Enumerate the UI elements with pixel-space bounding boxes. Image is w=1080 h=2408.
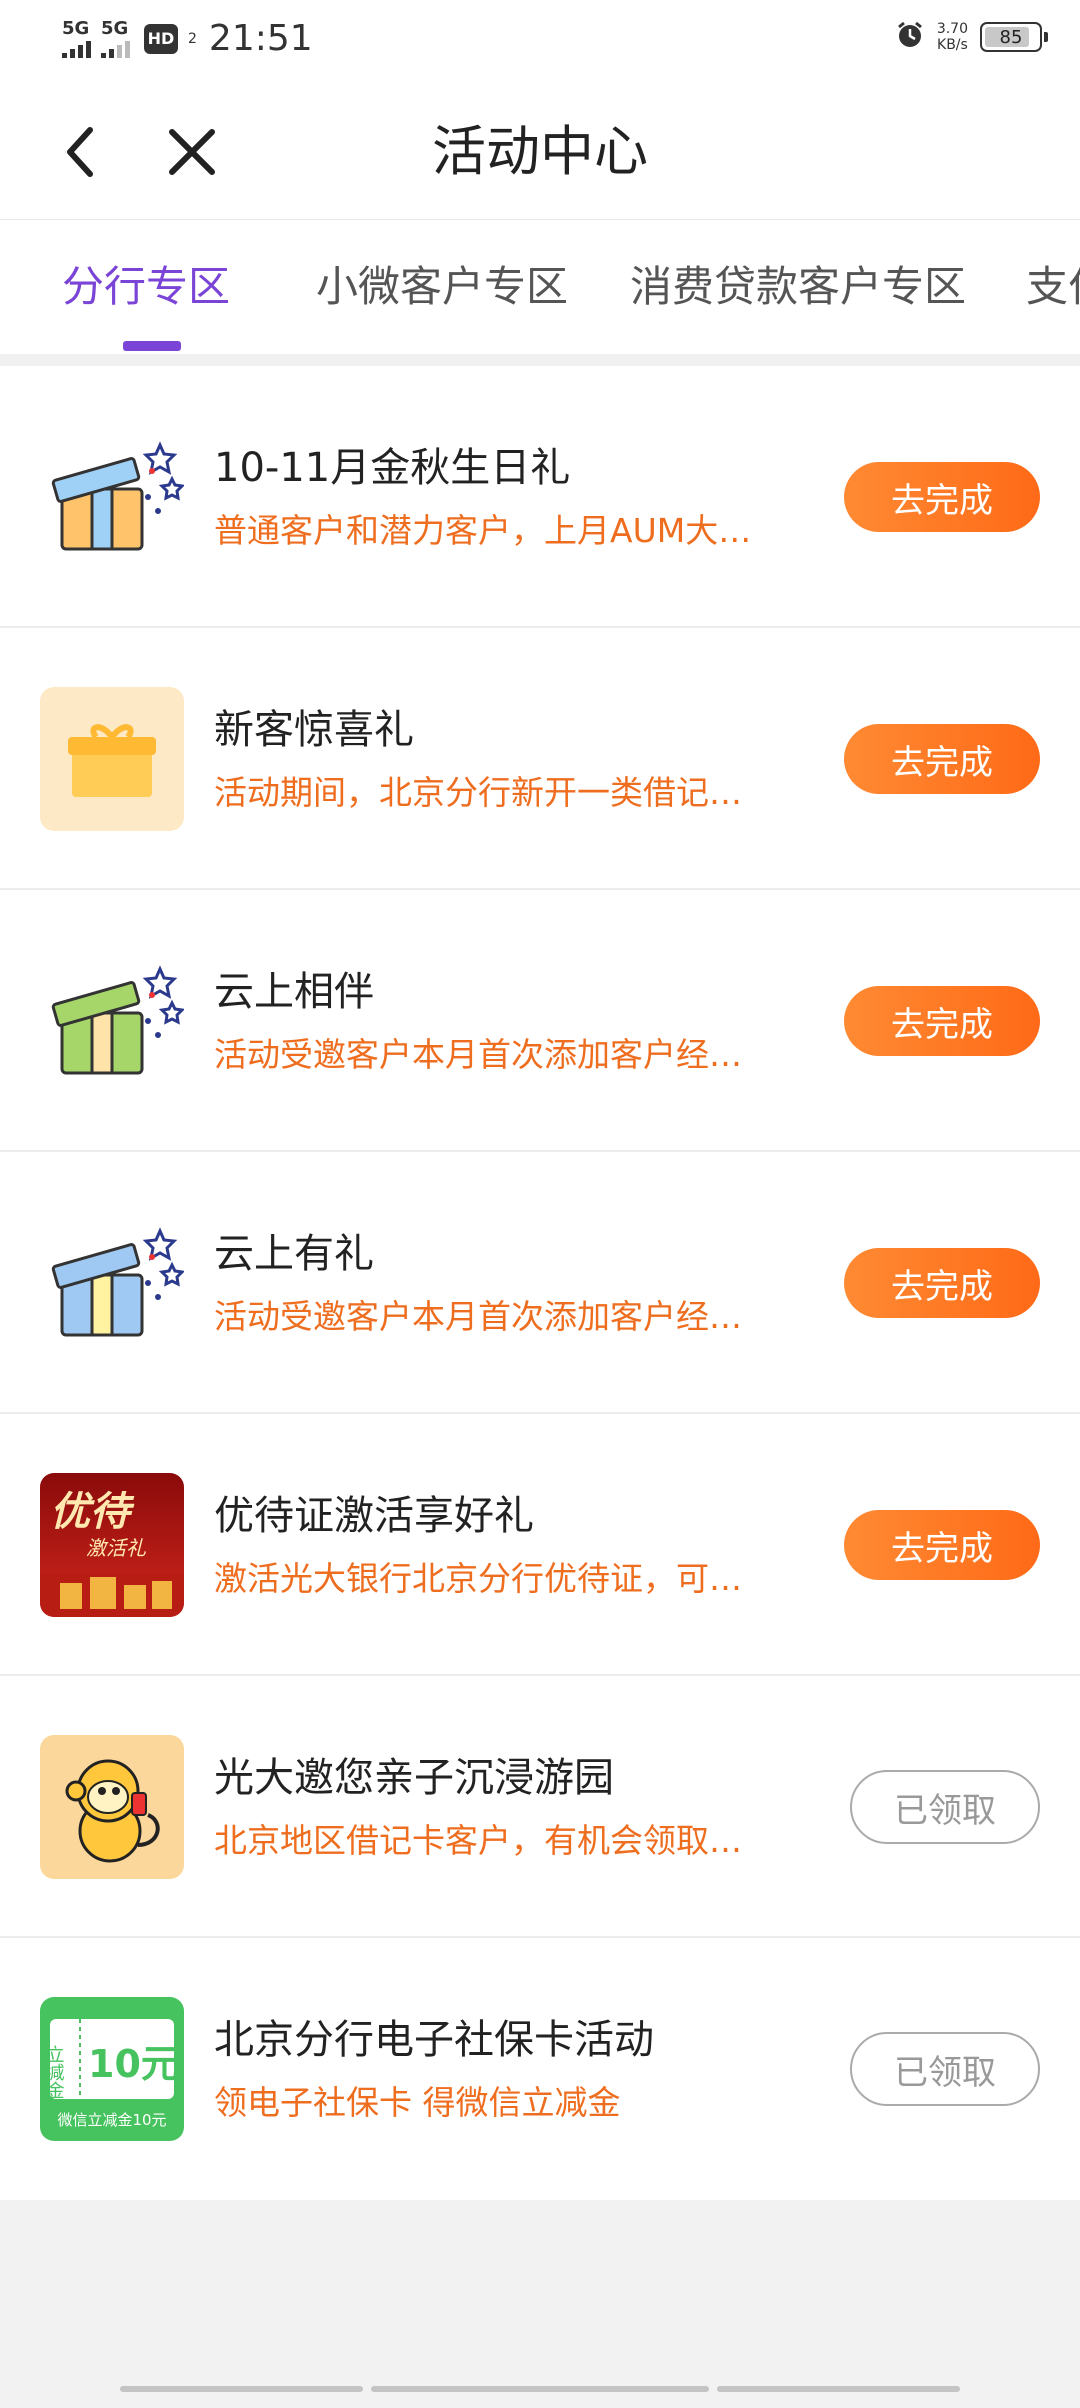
activity-list: 10-11月金秋生日礼 普通客户和潜力客户，上月AUM大… 去完成 新客惊喜礼 … bbox=[0, 366, 1080, 2200]
close-icon bbox=[169, 129, 215, 175]
go-complete-button[interactable]: 去完成 bbox=[844, 986, 1040, 1056]
nav-bar: 活动中心 bbox=[0, 84, 1080, 220]
battery-icon: 85 bbox=[980, 22, 1048, 52]
monkey-icon bbox=[40, 1735, 184, 1879]
go-complete-button[interactable]: 去完成 bbox=[844, 724, 1040, 794]
network-speed: 3.70 KB/s bbox=[937, 21, 968, 53]
coupon-caption: 微信立减金10元 bbox=[57, 2111, 166, 2129]
hd-icon: HD bbox=[144, 23, 178, 54]
thumb-text-jihuoli: 激活礼 bbox=[86, 1536, 147, 1560]
gift-box-yellow-icon bbox=[40, 687, 184, 831]
activity-title: 优待证激活享好礼 bbox=[214, 1493, 534, 1539]
signal-1: 5G bbox=[62, 17, 91, 58]
status-bar: 5G 5G HD 2 21:51 3.70 KB/s 85 bbox=[0, 0, 1080, 84]
signal-2: 5G bbox=[101, 17, 130, 58]
gift-box-blue-orange-icon bbox=[40, 425, 184, 569]
red-banner-icon: 优待 激活礼 bbox=[40, 1473, 184, 1617]
gift-box-green-icon bbox=[40, 949, 184, 1093]
clock: 21:51 bbox=[208, 18, 313, 59]
claimed-button[interactable]: 已领取 bbox=[850, 1770, 1040, 1844]
activity-description: 北京地区借记卡客户，有机会领取… bbox=[214, 1821, 742, 1860]
signal-2-label: 5G bbox=[101, 17, 129, 39]
activity-description: 活动受邀客户本月首次添加客户经… bbox=[214, 1297, 742, 1336]
activity-title: 光大邀您亲子沉浸游园 bbox=[214, 1755, 614, 1801]
speed-unit: KB/s bbox=[937, 37, 968, 53]
activity-description: 普通客户和潜力客户，上月AUM大… bbox=[214, 511, 752, 550]
tab-small-micro[interactable]: 小微客户专区 bbox=[316, 262, 568, 312]
activity-item[interactable]: 云上有礼 活动受邀客户本月首次添加客户经… 去完成 bbox=[0, 1152, 1080, 1414]
activity-title: 北京分行电子社保卡活动 bbox=[214, 2017, 654, 2063]
activity-description: 活动受邀客户本月首次添加客户经… bbox=[214, 1035, 742, 1074]
bottom-scroll-indicator bbox=[120, 2386, 960, 2392]
tab-bar: 分行专区 小微客户专区 消费贷款客户专区 支付 bbox=[0, 220, 1080, 354]
close-button[interactable] bbox=[160, 120, 224, 184]
go-complete-button[interactable]: 去完成 bbox=[844, 1510, 1040, 1580]
activity-item[interactable]: 云上相伴 活动受邀客户本月首次添加客户经… 去完成 bbox=[0, 890, 1080, 1152]
hd-sub-label: 2 bbox=[188, 30, 197, 47]
activity-item[interactable]: 光大邀您亲子沉浸游园 北京地区借记卡客户，有机会领取… 已领取 bbox=[0, 1676, 1080, 1938]
activity-title: 云上有礼 bbox=[214, 1231, 374, 1277]
activity-title: 云上相伴 bbox=[214, 969, 374, 1015]
green-coupon-icon: 立减金 10元 微信立减金10元 bbox=[40, 1997, 184, 2141]
signal-1-bars-icon bbox=[62, 40, 91, 58]
tab-payment[interactable]: 支付 bbox=[1026, 262, 1080, 312]
battery-level: 85 bbox=[999, 26, 1023, 48]
go-complete-button[interactable]: 去完成 bbox=[844, 1248, 1040, 1318]
tab-active-indicator bbox=[123, 341, 181, 351]
go-complete-button[interactable]: 去完成 bbox=[844, 462, 1040, 532]
activity-title: 新客惊喜礼 bbox=[214, 707, 414, 753]
gift-box-blue-icon bbox=[40, 1211, 184, 1355]
activity-description: 活动期间，北京分行新开一类借记… bbox=[214, 773, 742, 812]
tabs-separator bbox=[0, 354, 1080, 366]
activity-description: 领电子社保卡 得微信立减金 bbox=[214, 2083, 621, 2122]
claimed-button[interactable]: 已领取 bbox=[850, 2032, 1040, 2106]
tab-consumer-loan[interactable]: 消费贷款客户专区 bbox=[630, 262, 966, 312]
speed-value: 3.70 bbox=[936, 21, 968, 37]
activity-item[interactable]: 10-11月金秋生日礼 普通客户和潜力客户，上月AUM大… 去完成 bbox=[0, 366, 1080, 628]
back-button[interactable] bbox=[48, 120, 112, 184]
alarm-icon bbox=[895, 20, 925, 54]
status-left: 5G 5G HD 2 21:51 bbox=[62, 18, 313, 59]
activity-item[interactable]: 立减金 10元 微信立减金10元 北京分行电子社保卡活动 领电子社保卡 得微信立… bbox=[0, 1938, 1080, 2200]
coupon-amount: 10元 bbox=[88, 2042, 179, 2086]
activity-item[interactable]: 新客惊喜礼 活动期间，北京分行新开一类借记… 去完成 bbox=[0, 628, 1080, 890]
coupon-label-lijianjin: 立减金 bbox=[44, 2045, 65, 2099]
activity-title: 10-11月金秋生日礼 bbox=[214, 445, 571, 491]
activity-description: 激活光大银行北京分行优待证，可… bbox=[214, 1559, 742, 1598]
tab-branch-zone[interactable]: 分行专区 bbox=[62, 262, 230, 312]
thumb-text-youdai: 优待 bbox=[50, 1489, 135, 1535]
signal-2-bars-icon bbox=[101, 40, 130, 58]
signal-1-label: 5G bbox=[62, 17, 90, 39]
activity-item[interactable]: 优待 激活礼 优待证激活享好礼 激活光大银行北京分行优待证，可… 去完成 bbox=[0, 1414, 1080, 1676]
status-right: 3.70 KB/s 85 bbox=[895, 20, 1048, 54]
chevron-left-icon bbox=[67, 127, 93, 177]
